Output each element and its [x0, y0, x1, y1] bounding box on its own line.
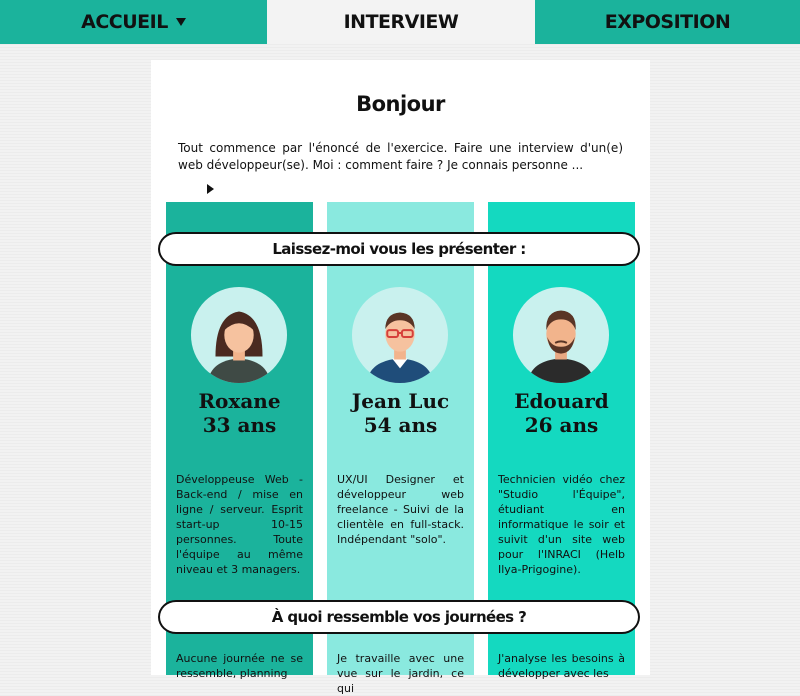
person-name: Edouard: [514, 389, 609, 413]
person-age: 54 ans: [363, 413, 438, 437]
person-age: 26 ans: [524, 413, 599, 437]
banner-days-label: À quoi ressemble vos journées ?: [271, 608, 527, 626]
avatar-man-beard-icon: [512, 286, 610, 384]
avatar-man-glasses-icon: [351, 286, 449, 384]
intro-text: Tout commence par l'énoncé de l'exercice…: [178, 141, 623, 172]
nav-exposition[interactable]: EXPOSITION: [535, 0, 800, 44]
person-age: 33 ans: [202, 413, 277, 437]
person-name: Roxane: [198, 389, 281, 413]
dropdown-caret-icon: [175, 18, 186, 26]
nav-interview-label: INTERVIEW: [343, 11, 459, 33]
person-day-text: Je travaille avec une vue sur le jardin,…: [337, 652, 464, 695]
nav-exposition-label: EXPOSITION: [604, 11, 731, 33]
nav-interview[interactable]: INTERVIEW: [267, 0, 535, 44]
avatar-woman-icon: [190, 286, 288, 384]
top-nav: ACCUEIL INTERVIEW EXPOSITION: [0, 0, 800, 44]
section-banner-present: Laissez-moi vous les présenter :: [158, 232, 640, 266]
person-day-text: J'analyse les besoins à développer avec …: [498, 652, 625, 680]
person-day-text: Aucune journée ne se ressemble, planning: [176, 652, 303, 680]
person-bio: Technicien vidéo chez "Studio l'Équipe",…: [498, 473, 625, 576]
person-bio: Développeuse Web - Back-end / mise en li…: [176, 473, 303, 576]
nav-accueil-label: ACCUEIL: [81, 11, 168, 33]
banner-present-label: Laissez-moi vous les présenter :: [272, 240, 526, 258]
section-banner-days: À quoi ressemble vos journées ?: [158, 600, 640, 634]
page-title: Bonjour: [356, 92, 445, 116]
nav-accueil[interactable]: ACCUEIL: [0, 0, 267, 44]
person-name: Jean Luc: [351, 389, 450, 413]
play-icon[interactable]: [207, 184, 214, 194]
person-bio: UX/UI Designer et développeur web freela…: [337, 473, 464, 546]
